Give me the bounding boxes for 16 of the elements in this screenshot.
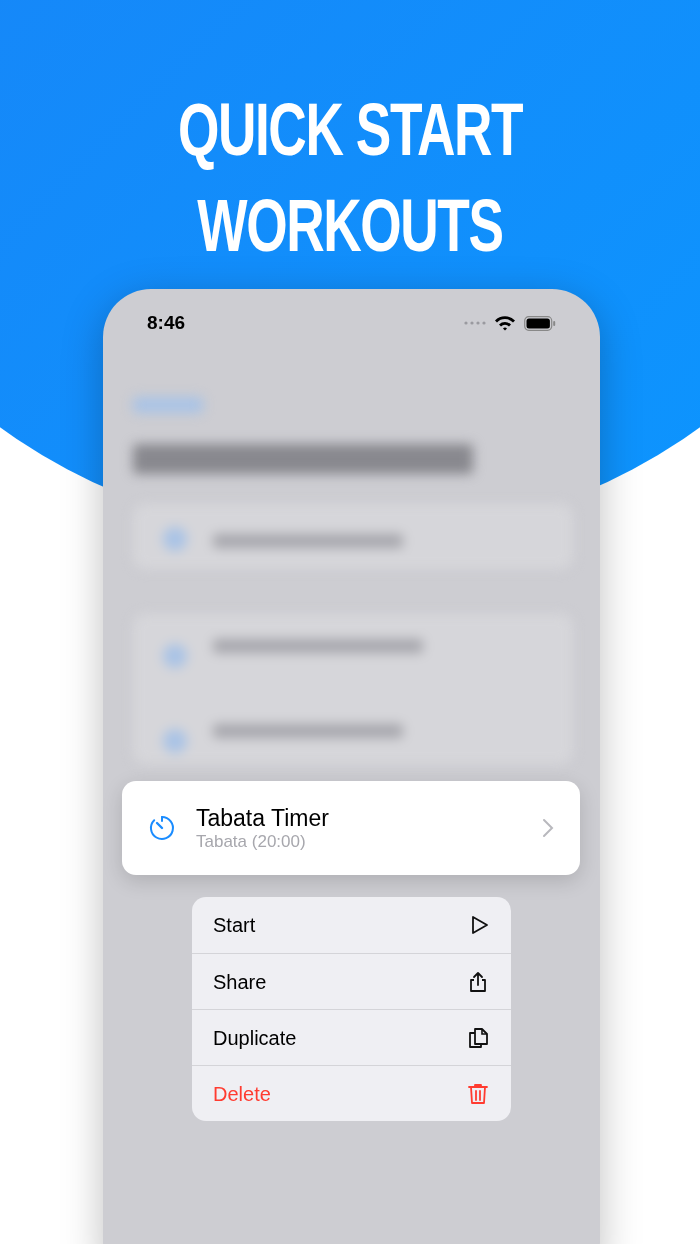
headline: WORKOUTS: [197, 183, 503, 269]
workout-title: Tabata Timer: [196, 804, 330, 832]
stopwatch-icon: [148, 814, 176, 842]
menu-item[interactable]: Start: [192, 897, 511, 953]
workout-subtitle: Tabata (20:00): [196, 832, 307, 852]
menu-item[interactable]: Duplicate: [192, 1009, 511, 1065]
wifi-icon: [494, 315, 516, 332]
status-time: 8:46: [147, 311, 186, 335]
chevron-icon: [542, 818, 554, 838]
workout-row[interactable]: Tabata Timer Tabata (20:00): [122, 781, 580, 875]
menu-item[interactable]: Share: [192, 953, 511, 1009]
signal-icon: [464, 321, 486, 326]
headline: QUICK START: [177, 87, 523, 173]
trash-icon: [466, 1081, 490, 1106]
battery-icon: [524, 315, 556, 331]
copy-icon: [466, 1025, 490, 1050]
